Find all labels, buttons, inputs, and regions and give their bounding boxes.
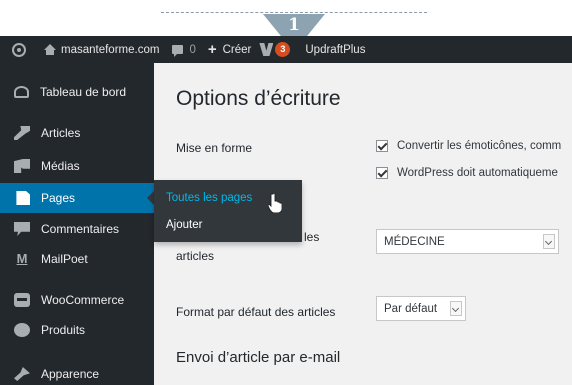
- sidebar-item-mailpoet[interactable]: M MailPoet: [0, 244, 154, 274]
- default-category-select[interactable]: MÉDECINE: [376, 229, 559, 254]
- sidebar-item-label: Apparence: [41, 367, 100, 381]
- sidebar-item-label: MailPoet: [41, 252, 88, 266]
- sidebar-item-label: Pages: [41, 191, 76, 205]
- emoticons-option[interactable]: Convertir les émoticônes, comm: [376, 140, 561, 152]
- sidebar-item-label: Médias: [41, 159, 80, 173]
- callout-dashed-line: [161, 12, 427, 13]
- media-icon: [14, 159, 30, 173]
- page-title: Options d’écriture: [176, 87, 341, 110]
- plugin-notifications-button[interactable]: 3: [259, 36, 305, 63]
- sidebar-item-woocommerce[interactable]: WooCommerce: [0, 285, 154, 315]
- dashboard-icon: [14, 86, 29, 98]
- xhtml-label: WordPress doit automatiqueme: [397, 167, 558, 179]
- updraftplus-link[interactable]: UpdraftPlus: [305, 36, 365, 63]
- sidebar-item-comments[interactable]: Commentaires: [0, 214, 154, 244]
- hand-cursor-icon: [268, 193, 282, 213]
- create-button[interactable]: + Créer: [208, 36, 260, 63]
- category-label-tail: les: [304, 230, 320, 244]
- sidebar-item-label: Produits: [41, 323, 86, 337]
- admin-bar: masanteforme.com 0 + Créer 3 UpdraftPlus: [0, 36, 572, 63]
- email-section-heading: Envoi d’article par e-mail: [176, 349, 341, 366]
- sidebar-item-label: WooCommerce: [41, 293, 125, 307]
- xhtml-checkbox[interactable]: [376, 167, 388, 179]
- default-category-value: MÉDECINE: [384, 235, 445, 248]
- comments-icon: [14, 222, 30, 236]
- site-name: masanteforme.com: [61, 43, 160, 56]
- sidebar-item-appearance[interactable]: Apparence: [0, 359, 154, 385]
- home-icon: [44, 44, 56, 55]
- sidebar-item-dashboard[interactable]: Tableau de bord: [0, 77, 154, 107]
- comments-button[interactable]: 0: [159, 36, 207, 63]
- sidebar-item-label: Commentaires: [41, 222, 120, 236]
- sidebar-item-pages[interactable]: Pages: [0, 183, 154, 213]
- comments-count: 0: [189, 43, 196, 56]
- submenu-all-pages[interactable]: Toutes les pages: [166, 192, 252, 204]
- emoticons-label: Convertir les émoticônes, comm: [397, 140, 562, 152]
- submenu-add-page[interactable]: Ajouter: [166, 219, 202, 231]
- active-menu-arrow: [147, 191, 154, 205]
- pages-icon: [16, 191, 30, 205]
- callout-number: 1: [288, 15, 300, 35]
- default-format-select[interactable]: Par défaut: [376, 296, 466, 321]
- sidebar-item-media[interactable]: Médias: [0, 151, 154, 181]
- sidebar-item-label: Tableau de bord: [40, 85, 127, 99]
- emoticons-checkbox[interactable]: [376, 140, 388, 152]
- chevron-down-icon: [450, 301, 462, 316]
- admin-sidebar: Tableau de bord Articles Médias Pages Co…: [0, 63, 154, 385]
- products-icon: [14, 323, 30, 337]
- notification-badge: 3: [275, 42, 291, 57]
- sidebar-item-products[interactable]: Produits: [0, 315, 154, 345]
- default-format-value: Par défaut: [384, 302, 438, 315]
- pin-icon: [14, 126, 30, 140]
- mailpoet-icon: M: [16, 251, 28, 266]
- comment-icon: [172, 45, 184, 57]
- chevron-down-icon: [543, 234, 555, 249]
- wordpress-logo-icon: [12, 42, 26, 57]
- site-name-link[interactable]: masanteforme.com: [44, 36, 159, 63]
- xhtml-option[interactable]: WordPress doit automatiqueme: [376, 167, 558, 179]
- wordpress-logo-button[interactable]: [0, 36, 44, 63]
- plugin-icon: [259, 43, 274, 56]
- sidebar-item-articles[interactable]: Articles: [0, 118, 154, 148]
- plus-icon: +: [207, 41, 217, 58]
- category-label: articles: [176, 249, 215, 263]
- sidebar-item-label: Articles: [41, 126, 81, 140]
- appearance-icon: [14, 367, 30, 381]
- default-format-label: Format par défaut des articles: [176, 305, 336, 319]
- create-label: Créer: [222, 43, 252, 56]
- woocommerce-icon: [14, 293, 30, 307]
- formatting-label: Mise en forme: [176, 141, 253, 155]
